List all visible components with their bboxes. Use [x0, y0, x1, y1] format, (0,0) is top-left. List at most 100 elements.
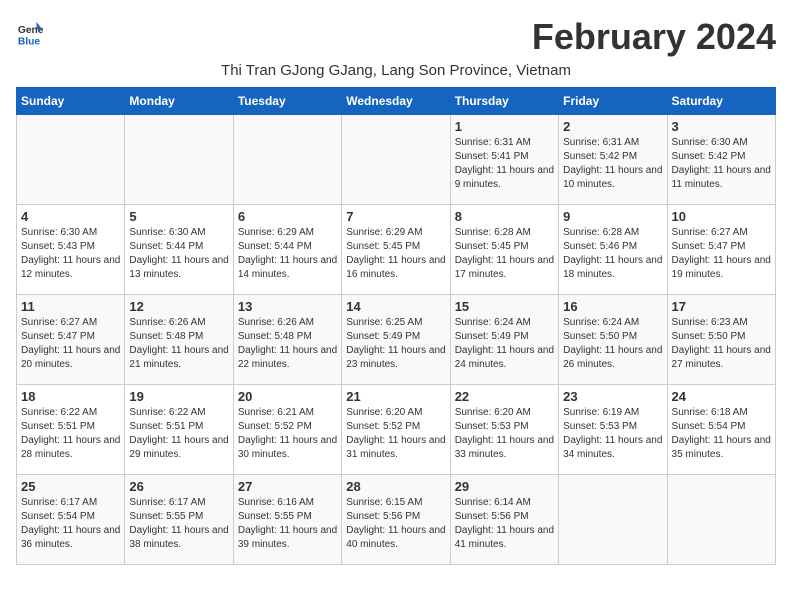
day-number: 28 [346, 479, 445, 494]
dow-header: Thursday [450, 88, 558, 115]
day-number: 26 [129, 479, 228, 494]
day-number: 9 [563, 209, 662, 224]
calendar-week-row: 11 Sunrise: 6:27 AMSunset: 5:47 PMDayligh… [17, 295, 776, 385]
page-header: General Blue February 2024 [16, 16, 776, 58]
calendar-cell: 24 Sunrise: 6:18 AMSunset: 5:54 PMDayligh… [667, 385, 775, 475]
day-detail: Sunrise: 6:22 AMSunset: 5:51 PMDaylight:… [21, 406, 120, 462]
day-number: 19 [129, 389, 228, 404]
logo-icon: General Blue [16, 20, 44, 48]
day-detail: Sunrise: 6:31 AMSunset: 5:42 PMDaylight:… [563, 136, 662, 192]
calendar-cell: 16 Sunrise: 6:24 AMSunset: 5:50 PMDayligh… [559, 295, 667, 385]
day-number: 11 [21, 299, 120, 314]
dow-header: Sunday [17, 88, 125, 115]
day-number: 7 [346, 209, 445, 224]
calendar-cell: 22 Sunrise: 6:20 AMSunset: 5:53 PMDayligh… [450, 385, 558, 475]
calendar-cell [17, 115, 125, 205]
day-number: 6 [238, 209, 337, 224]
day-number: 27 [238, 479, 337, 494]
day-number: 14 [346, 299, 445, 314]
day-detail: Sunrise: 6:27 AMSunset: 5:47 PMDaylight:… [21, 316, 120, 372]
day-detail: Sunrise: 6:21 AMSunset: 5:52 PMDaylight:… [238, 406, 337, 462]
calendar-cell: 14 Sunrise: 6:25 AMSunset: 5:49 PMDayligh… [342, 295, 450, 385]
calendar-cell [667, 475, 775, 565]
day-detail: Sunrise: 6:29 AMSunset: 5:45 PMDaylight:… [346, 226, 445, 282]
day-detail: Sunrise: 6:14 AMSunset: 5:56 PMDaylight:… [455, 496, 554, 552]
calendar-week-row: 25 Sunrise: 6:17 AMSunset: 5:54 PMDayligh… [17, 475, 776, 565]
logo: General Blue [16, 20, 44, 48]
calendar-week-row: 1Sunrise: 6:31 AMSunset: 5:41 PMDaylight… [17, 115, 776, 205]
day-detail: Sunrise: 6:30 AMSunset: 5:43 PMDaylight:… [21, 226, 120, 282]
calendar-cell: 9 Sunrise: 6:28 AMSunset: 5:46 PMDaylight… [559, 205, 667, 295]
day-number: 22 [455, 389, 554, 404]
calendar-cell: 1Sunrise: 6:31 AMSunset: 5:41 PMDaylight… [450, 115, 558, 205]
day-number: 10 [672, 209, 771, 224]
day-detail: Sunrise: 6:24 AMSunset: 5:50 PMDaylight:… [563, 316, 662, 372]
calendar-cell: 23 Sunrise: 6:19 AMSunset: 5:53 PMDayligh… [559, 385, 667, 475]
day-detail: Sunrise: 6:20 AMSunset: 5:53 PMDaylight:… [455, 406, 554, 462]
day-detail: Sunrise: 6:17 AMSunset: 5:55 PMDaylight:… [129, 496, 228, 552]
day-detail: Sunrise: 6:27 AMSunset: 5:47 PMDaylight:… [672, 226, 771, 282]
dow-header: Saturday [667, 88, 775, 115]
day-number: 16 [563, 299, 662, 314]
day-number: 18 [21, 389, 120, 404]
day-number: 23 [563, 389, 662, 404]
day-detail: Sunrise: 6:24 AMSunset: 5:49 PMDaylight:… [455, 316, 554, 372]
day-number: 17 [672, 299, 771, 314]
day-detail: Sunrise: 6:25 AMSunset: 5:49 PMDaylight:… [346, 316, 445, 372]
dow-header: Tuesday [233, 88, 341, 115]
calendar-cell: 18 Sunrise: 6:22 AMSunset: 5:51 PMDayligh… [17, 385, 125, 475]
day-detail: Sunrise: 6:19 AMSunset: 5:53 PMDaylight:… [563, 406, 662, 462]
calendar-cell: 10 Sunrise: 6:27 AMSunset: 5:47 PMDayligh… [667, 205, 775, 295]
calendar-week-row: 4 Sunrise: 6:30 AMSunset: 5:43 PMDaylight… [17, 205, 776, 295]
day-detail: Sunrise: 6:28 AMSunset: 5:45 PMDaylight:… [455, 226, 554, 282]
calendar-cell: 27 Sunrise: 6:16 AMSunset: 5:55 PMDayligh… [233, 475, 341, 565]
day-detail: Sunrise: 6:15 AMSunset: 5:56 PMDaylight:… [346, 496, 445, 552]
calendar-cell [125, 115, 233, 205]
day-number: 24 [672, 389, 771, 404]
calendar-cell: 6Sunrise: 6:29 AMSunset: 5:44 PMDaylight… [233, 205, 341, 295]
calendar-cell: 2 Sunrise: 6:31 AMSunset: 5:42 PMDaylight… [559, 115, 667, 205]
day-number: 21 [346, 389, 445, 404]
calendar-cell: 3Sunrise: 6:30 AMSunset: 5:42 PMDaylight… [667, 115, 775, 205]
day-number: 15 [455, 299, 554, 314]
calendar-cell: 20 Sunrise: 6:21 AMSunset: 5:52 PMDayligh… [233, 385, 341, 475]
day-number: 29 [455, 479, 554, 494]
calendar-body: 1Sunrise: 6:31 AMSunset: 5:41 PMDaylight… [17, 115, 776, 565]
dow-header: Wednesday [342, 88, 450, 115]
calendar-cell: 28 Sunrise: 6:15 AMSunset: 5:56 PMDayligh… [342, 475, 450, 565]
calendar-cell: 7 Sunrise: 6:29 AMSunset: 5:45 PMDaylight… [342, 205, 450, 295]
day-number: 25 [21, 479, 120, 494]
day-detail: Sunrise: 6:26 AMSunset: 5:48 PMDaylight:… [129, 316, 228, 372]
day-number: 2 [563, 119, 662, 134]
day-detail: Sunrise: 6:17 AMSunset: 5:54 PMDaylight:… [21, 496, 120, 552]
day-number: 3 [672, 119, 771, 134]
calendar-cell: 26 Sunrise: 6:17 AMSunset: 5:55 PMDayligh… [125, 475, 233, 565]
day-number: 20 [238, 389, 337, 404]
calendar-cell [559, 475, 667, 565]
month-title: February 2024 [532, 16, 776, 58]
svg-text:Blue: Blue [18, 36, 41, 47]
day-detail: Sunrise: 6:31 AMSunset: 5:41 PMDaylight:… [455, 136, 554, 192]
day-detail: Sunrise: 6:18 AMSunset: 5:54 PMDaylight:… [672, 406, 771, 462]
day-detail: Sunrise: 6:26 AMSunset: 5:48 PMDaylight:… [238, 316, 337, 372]
calendar-cell: 12Sunrise: 6:26 AMSunset: 5:48 PMDayligh… [125, 295, 233, 385]
day-detail: Sunrise: 6:16 AMSunset: 5:55 PMDaylight:… [238, 496, 337, 552]
calendar-cell: 15 Sunrise: 6:24 AMSunset: 5:49 PMDayligh… [450, 295, 558, 385]
calendar-cell: 13Sunrise: 6:26 AMSunset: 5:48 PMDayligh… [233, 295, 341, 385]
calendar-cell: 5Sunrise: 6:30 AMSunset: 5:44 PMDaylight… [125, 205, 233, 295]
calendar-cell: 4 Sunrise: 6:30 AMSunset: 5:43 PMDaylight… [17, 205, 125, 295]
days-of-week-row: SundayMondayTuesdayWednesdayThursdayFrid… [17, 88, 776, 115]
day-number: 4 [21, 209, 120, 224]
calendar-week-row: 18 Sunrise: 6:22 AMSunset: 5:51 PMDayligh… [17, 385, 776, 475]
calendar-cell: 11 Sunrise: 6:27 AMSunset: 5:47 PMDayligh… [17, 295, 125, 385]
calendar-cell [233, 115, 341, 205]
calendar-cell: 8 Sunrise: 6:28 AMSunset: 5:45 PMDaylight… [450, 205, 558, 295]
day-detail: Sunrise: 6:30 AMSunset: 5:44 PMDaylight:… [129, 226, 228, 282]
day-detail: Sunrise: 6:23 AMSunset: 5:50 PMDaylight:… [672, 316, 771, 372]
day-detail: Sunrise: 6:28 AMSunset: 5:46 PMDaylight:… [563, 226, 662, 282]
day-number: 8 [455, 209, 554, 224]
day-detail: Sunrise: 6:20 AMSunset: 5:52 PMDaylight:… [346, 406, 445, 462]
calendar-table: SundayMondayTuesdayWednesdayThursdayFrid… [16, 87, 776, 565]
dow-header: Monday [125, 88, 233, 115]
calendar-cell: 21 Sunrise: 6:20 AMSunset: 5:52 PMDayligh… [342, 385, 450, 475]
